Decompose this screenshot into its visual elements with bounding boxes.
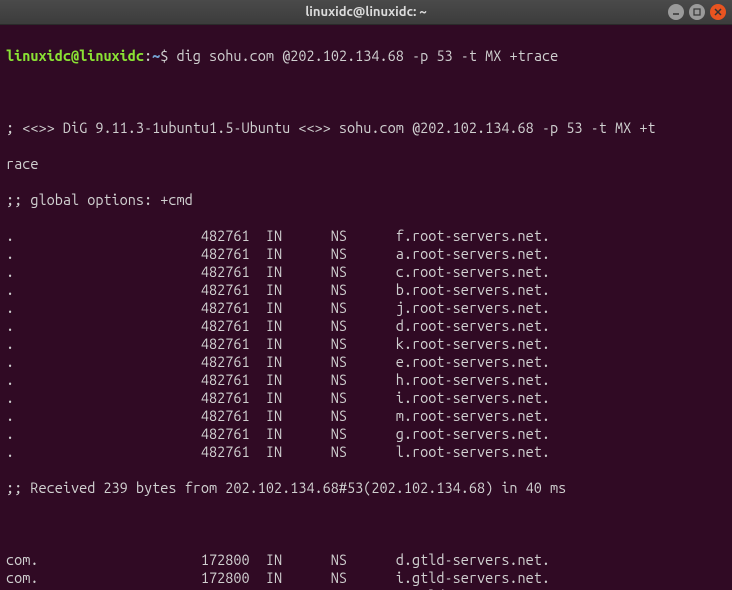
ns-record: . 482761 IN NS e.root-servers.net.: [6, 353, 726, 371]
ns-record: . 482761 IN NS h.root-servers.net.: [6, 371, 726, 389]
global-options: ;; global options: +cmd: [6, 191, 726, 209]
command-text: dig sohu.com @202.102.134.68 -p 53 -t MX…: [177, 47, 559, 64]
ns-record: . 482761 IN NS j.root-servers.net.: [6, 299, 726, 317]
ns-record: . 482761 IN NS a.root-servers.net.: [6, 245, 726, 263]
prompt-symbol: $: [160, 47, 176, 64]
ns-record: com. 172800 IN NS d.gtld-servers.net.: [6, 551, 726, 569]
window-title: linuxidc@linuxidc: ~: [305, 5, 426, 19]
window-controls: [668, 4, 726, 20]
ns-record: . 482761 IN NS l.root-servers.net.: [6, 443, 726, 461]
root-ns-records: . 482761 IN NS f.root-servers.net.. 4827…: [6, 227, 726, 461]
dig-header-2: race: [6, 155, 726, 173]
ns-record: . 482761 IN NS m.root-servers.net.: [6, 407, 726, 425]
maximize-button[interactable]: [689, 4, 705, 20]
ns-record: . 482761 IN NS g.root-servers.net.: [6, 425, 726, 443]
blank-line: [6, 83, 726, 101]
close-button[interactable]: [710, 4, 726, 20]
terminal-body[interactable]: linuxidc@linuxidc:~$ dig sohu.com @202.1…: [0, 25, 732, 590]
ns-record: com. 172800 IN NS i.gtld-servers.net.: [6, 569, 726, 587]
com-ns-records: com. 172800 IN NS d.gtld-servers.net.com…: [6, 551, 726, 590]
prompt-user-host: linuxidc@linuxidc: [6, 47, 144, 64]
prompt-sep: :: [144, 47, 152, 64]
ns-record: . 482761 IN NS k.root-servers.net.: [6, 335, 726, 353]
titlebar: linuxidc@linuxidc: ~: [0, 0, 732, 25]
ns-record: . 482761 IN NS d.root-servers.net.: [6, 317, 726, 335]
dig-header-1: ; <<>> DiG 9.11.3-1ubuntu1.5-Ubuntu <<>>…: [6, 119, 726, 137]
blank-line: [6, 515, 726, 533]
minimize-button[interactable]: [668, 4, 684, 20]
ns-record: . 482761 IN NS c.root-servers.net.: [6, 263, 726, 281]
received-line: ;; Received 239 bytes from 202.102.134.6…: [6, 479, 726, 497]
ns-record: . 482761 IN NS b.root-servers.net.: [6, 281, 726, 299]
ns-record: . 482761 IN NS f.root-servers.net.: [6, 227, 726, 245]
prompt-line: linuxidc@linuxidc:~$ dig sohu.com @202.1…: [6, 47, 726, 65]
ns-record: . 482761 IN NS i.root-servers.net.: [6, 389, 726, 407]
